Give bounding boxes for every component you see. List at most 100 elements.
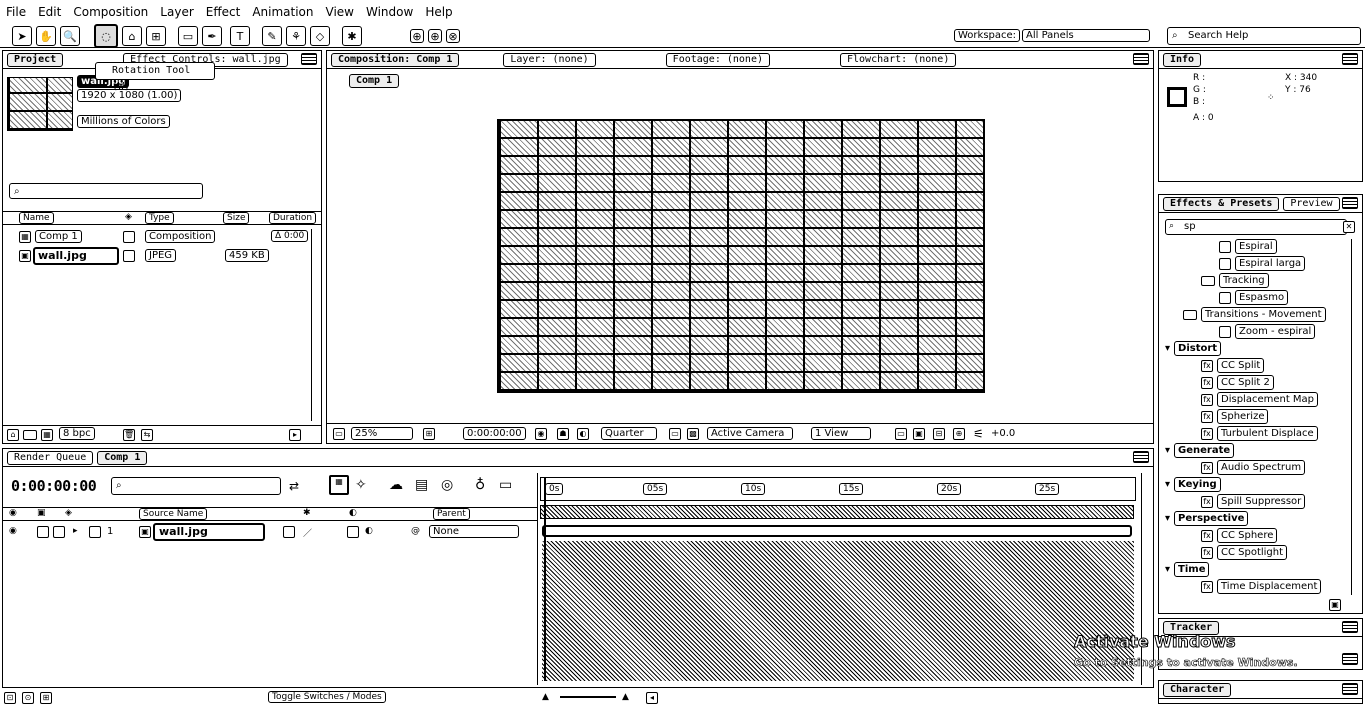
tab-preview[interactable]: Preview [1283, 196, 1340, 211]
brush-tool-icon[interactable]: ✎ [262, 26, 282, 46]
composition-viewer-image[interactable] [497, 119, 985, 393]
always-preview-icon[interactable]: ▭ [333, 428, 345, 440]
label-column-icon[interactable]: ◈ [65, 508, 72, 518]
effects-item-category[interactable]: ▾ Perspective [1165, 511, 1249, 526]
shy-switch-icon[interactable] [283, 526, 295, 538]
switches-icon[interactable]: ✱ [303, 508, 311, 518]
clone-stamp-icon[interactable]: ⚘ [286, 26, 306, 46]
project-search-input[interactable]: ⌕ [9, 183, 203, 199]
rectangle-tool-icon[interactable]: ▭ [178, 26, 198, 46]
menu-layer[interactable]: Layer [154, 5, 199, 19]
region-of-interest-icon[interactable]: ▭ [669, 428, 681, 440]
hide-shy-icon[interactable]: ☁ [389, 477, 403, 493]
column-source-name[interactable]: Source Name [139, 508, 208, 520]
timeline-graph-area[interactable]: 0s 05s 10s 15s 20s 25s [537, 473, 1137, 685]
snapshot-icon[interactable]: ◉ [535, 428, 547, 440]
exposure-icon[interactable]: ⚟ [973, 427, 984, 441]
zoom-tool-icon[interactable]: 🔍 [60, 26, 80, 46]
adjustment-switch-icon[interactable]: ◐ [365, 526, 373, 536]
quality-icon[interactable]: ◐ [349, 508, 357, 518]
panel-menu-icon[interactable] [1342, 197, 1358, 209]
label-column-icon[interactable]: ◈ [125, 212, 132, 222]
toggle-inout-icon[interactable]: ⊞ [40, 692, 52, 704]
column-duration[interactable]: Duration [269, 212, 317, 224]
new-folder-icon[interactable]: ▣ [1329, 599, 1341, 611]
panel-menu-icon[interactable] [1342, 653, 1358, 665]
lock-column-icon[interactable]: ▣ [37, 508, 46, 518]
effects-item-preset[interactable]: Espiral [1219, 239, 1277, 254]
axis-world-icon[interactable]: ⊕ [428, 29, 442, 43]
expand-arrow-icon[interactable]: ▸ [73, 526, 78, 536]
zoom-in-icon[interactable]: ▲ [622, 692, 629, 702]
effects-item-preset[interactable]: Espasmo [1219, 290, 1289, 305]
column-size[interactable]: Size [223, 212, 250, 224]
column-parent[interactable]: Parent [433, 508, 470, 520]
show-channel-icon[interactable]: ☗ [557, 428, 569, 440]
camera-select[interactable]: Active Camera [707, 427, 793, 440]
hand-tool-icon[interactable]: ✋ [36, 26, 56, 46]
effects-item-effect[interactable]: fx Spherize [1201, 409, 1269, 424]
effects-item-category[interactable]: ▾ Keying [1165, 477, 1221, 492]
live-update-icon[interactable]: ▦ [329, 475, 349, 495]
effects-item-effect[interactable]: fx Audio Spectrum [1201, 460, 1306, 475]
current-time-indicator[interactable] [544, 477, 546, 681]
table-row[interactable]: ▦ Comp 1 Composition Δ 0:00 [3, 229, 309, 245]
effects-item-effect[interactable]: fx CC Spotlight [1201, 545, 1288, 560]
work-area-bar[interactable] [540, 505, 1134, 519]
pick-whip-icon[interactable]: @ [411, 526, 420, 536]
zoom-out-icon[interactable]: ▲ [542, 692, 549, 702]
effects-item-folder[interactable]: Transitions - Movement [1183, 307, 1326, 322]
menu-effect[interactable]: Effect [200, 5, 247, 19]
tab-layer[interactable]: Layer: (none) [503, 52, 596, 67]
tab-render-queue[interactable]: Render Queue [7, 450, 94, 465]
transparency-grid-icon[interactable]: ▩ [687, 428, 699, 440]
new-folder-icon[interactable] [23, 430, 37, 440]
tab-comp[interactable]: Comp 1 [97, 450, 148, 465]
effects-item-effect[interactable]: fx Time Displacement [1201, 579, 1322, 594]
axis-view-icon[interactable]: ⊗ [446, 29, 460, 43]
column-name[interactable]: Name [19, 212, 54, 224]
timeline-scrollbar[interactable] [1141, 473, 1151, 685]
toggle-pixel-aspect-icon[interactable]: ▭ [895, 428, 907, 440]
scroll-left-icon[interactable]: ◂ [646, 692, 658, 704]
panel-menu-icon[interactable] [1342, 621, 1358, 633]
exposure-value[interactable]: +0.0 [991, 428, 1015, 439]
text-tool-icon[interactable]: T [230, 26, 250, 46]
eraser-tool-icon[interactable]: ◇ [310, 26, 330, 46]
effects-item-category[interactable]: ▾ Distort [1165, 341, 1222, 356]
effects-search-input[interactable]: sp [1165, 219, 1347, 235]
panel-menu-icon[interactable] [1342, 53, 1358, 65]
toggle-switches-icon[interactable]: ⊡ [4, 692, 16, 704]
pen-tool-icon[interactable]: ✒ [202, 26, 222, 46]
panel-menu-icon[interactable] [1342, 683, 1358, 695]
menu-animation[interactable]: Animation [246, 5, 319, 19]
effects-item-preset[interactable]: Zoom - espiral [1219, 324, 1316, 339]
panel-menu-icon[interactable] [301, 53, 317, 65]
lock-icon[interactable] [53, 526, 65, 538]
zoom-select[interactable]: 25% [351, 427, 413, 440]
axis-local-icon[interactable]: ⊕ [410, 29, 424, 43]
pan-behind-icon[interactable]: ⊞ [146, 26, 166, 46]
safe-zones-icon[interactable]: ⊞ [423, 428, 435, 440]
bpc-button[interactable]: 8 bpc [59, 427, 95, 440]
search-help-input[interactable]: Search Help [1167, 27, 1361, 45]
menu-composition[interactable]: Composition [67, 5, 154, 19]
menu-window[interactable]: Window [360, 5, 419, 19]
timeline-zoom-slider[interactable] [560, 696, 616, 698]
parent-select[interactable]: None [429, 525, 519, 538]
menu-help[interactable]: Help [419, 5, 458, 19]
effects-item-effect[interactable]: fx Spill Suppressor [1201, 494, 1306, 509]
puppet-pin-icon[interactable]: ✱ [342, 26, 362, 46]
video-eye-icon[interactable]: ◉ [9, 526, 17, 536]
brainstorm-icon[interactable]: ♁ [475, 477, 485, 493]
scroll-end-icon[interactable]: ▸ [289, 429, 301, 441]
tab-composition[interactable]: Composition: Comp 1 [331, 52, 460, 67]
effects-item-effect[interactable]: fx CC Split [1201, 358, 1265, 373]
graph-editor-icon[interactable]: ▭ [499, 477, 512, 493]
timeline-icon[interactable]: ⊟ [933, 428, 945, 440]
resolution-select[interactable]: Quarter [601, 427, 657, 440]
layer-duration-bar[interactable] [542, 525, 1132, 537]
selection-tool-icon[interactable]: ➤ [12, 26, 32, 46]
effects-item-effect[interactable]: fx CC Split 2 [1201, 375, 1274, 390]
effects-item-folder[interactable]: Tracking [1201, 273, 1269, 288]
